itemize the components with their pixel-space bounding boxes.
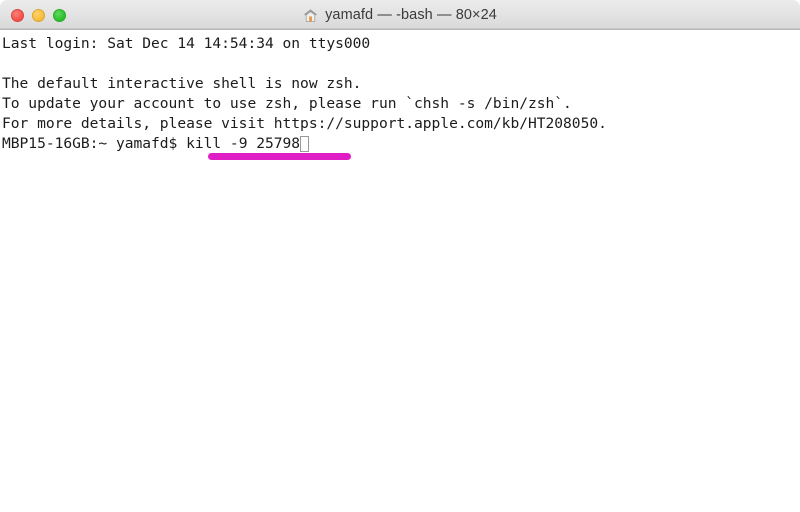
window-title: yamafd — -bash — 80×24 (325, 7, 497, 23)
title-bar[interactable]: yamafd — -bash — 80×24 (0, 0, 800, 30)
home-icon (304, 9, 317, 22)
terminal-line: The default interactive shell is now zsh… (2, 75, 362, 92)
annotation-underline (208, 153, 351, 160)
terminal-line: For more details, please visit https://s… (2, 115, 607, 132)
text-cursor (300, 136, 310, 152)
terminal-prompt-line[interactable]: MBP15-16GB:~ yamafd$ kill -9 25798 (2, 134, 800, 154)
close-button[interactable] (11, 9, 24, 22)
zoom-button[interactable] (53, 9, 66, 22)
terminal-window: yamafd — -bash — 80×24 Last login: Sat D… (0, 0, 800, 512)
shell-prompt: MBP15-16GB:~ yamafd$ (2, 135, 187, 152)
terminal-line: To update your account to use zsh, pleas… (2, 95, 572, 112)
command-input[interactable]: kill -9 25798 (186, 134, 300, 154)
terminal-line: Last login: Sat Dec 14 14:54:34 on ttys0… (2, 35, 371, 52)
window-controls (11, 9, 66, 22)
title-container: yamafd — -bash — 80×24 (0, 0, 800, 30)
terminal-output-area[interactable]: Last login: Sat Dec 14 14:54:34 on ttys0… (0, 30, 800, 512)
minimize-button[interactable] (32, 9, 45, 22)
